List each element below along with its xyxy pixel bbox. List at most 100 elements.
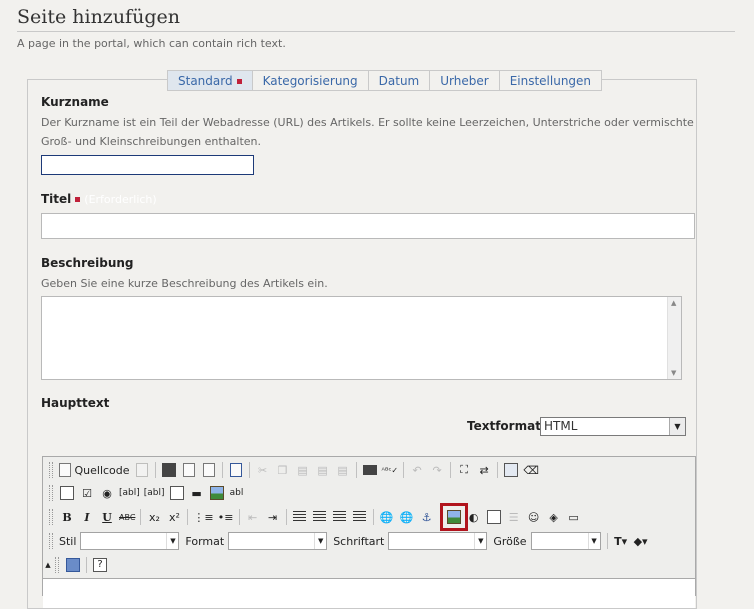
preview-button[interactable] [199,460,219,480]
paste-text-button[interactable]: ▤ [313,460,333,480]
justify-button[interactable] [350,507,370,527]
bg-color-button[interactable]: ◆▾ [631,531,651,551]
form-icon [60,486,74,500]
toolbar-row-2: ☑ ◉ [abl] [abl] ▬ abl [43,482,247,504]
toolbar-grip[interactable] [49,485,53,501]
editor-content-area[interactable] [43,578,695,608]
hidden-field-button[interactable]: abl [227,483,247,503]
scroll-down-icon[interactable]: ▼ [671,369,676,377]
new-page-button[interactable] [179,460,199,480]
subscript-button[interactable]: x₂ [144,507,164,527]
select-field-icon [169,486,184,500]
numbered-list-button[interactable]: ⋮≡ [191,507,215,527]
link-button[interactable]: 🌐 [377,507,397,527]
indent-button[interactable]: ⇥ [263,507,283,527]
toolbar-separator [154,462,156,478]
form-button-button[interactable]: ▬ [187,483,207,503]
collapse-toolbar-icon[interactable]: ▲ [43,555,53,575]
format-combo[interactable]: ▼ [228,532,328,550]
chevron-down-icon[interactable]: ▼ [669,418,685,435]
find-button[interactable]: ⛶ [454,460,474,480]
justify-icon [353,511,367,523]
redo-button[interactable]: ↷ [427,460,447,480]
kurzname-help-line2: Groß- und Kleinschreibungen enthalten. [41,135,261,148]
toolbar-grip[interactable] [55,557,59,573]
size-combo[interactable]: ▼ [530,532,601,550]
toolbar-separator [248,462,250,478]
scroll-up-icon[interactable]: ▲ [671,299,676,307]
bulleted-list-button[interactable]: •≡ [216,507,236,527]
underline-button[interactable]: U [97,507,117,527]
cut-button[interactable]: ✂ [253,460,273,480]
toolbar-grip[interactable] [49,509,53,525]
checkbox-button[interactable]: ☑ [77,483,97,503]
tab-einstellungen[interactable]: Einstellungen [500,71,601,90]
title-divider [17,31,735,32]
tab-kategorisierung[interactable]: Kategorisierung [253,71,369,90]
text-color-button[interactable]: T▾ [611,531,631,551]
kurzname-input[interactable] [41,155,254,175]
page-title: Seite hinzufügen [17,6,180,28]
page-break-button[interactable]: ▭ [564,507,584,527]
align-center-button[interactable] [310,507,330,527]
templates-button[interactable] [226,460,246,480]
help-button[interactable]: ? [90,555,110,575]
textfield-button[interactable]: [abl] [117,483,142,503]
titel-input[interactable] [41,213,695,239]
paste-button[interactable]: ▤ [293,460,313,480]
italic-button[interactable]: I [77,507,97,527]
bold-button[interactable]: B [57,507,77,527]
toolbar-separator [355,462,357,478]
radio-button[interactable]: ◉ [97,483,117,503]
save-template-button[interactable] [132,460,152,480]
source-label: Quellcode [74,463,130,477]
save-button[interactable] [159,460,179,480]
flash-button[interactable]: ◐ [464,507,484,527]
align-right-button[interactable] [330,507,350,527]
toolbar-separator [606,533,608,549]
haupttext-label: Haupttext [41,396,110,410]
replace-button[interactable]: ⇄ [474,460,494,480]
kurzname-help-line1: Der Kurzname ist ein Teil der Webadresse… [41,116,694,129]
maximize-button[interactable] [63,555,83,575]
remove-format-button[interactable]: ⌫ [521,460,541,480]
tab-urheber[interactable]: Urheber [430,71,500,90]
style-combo[interactable]: ▼ [80,532,180,550]
select-field-button[interactable] [167,483,187,503]
beschreibung-textarea[interactable]: ▲ ▼ [41,296,682,380]
paste-word-button[interactable]: ▤ [333,460,353,480]
horizontal-rule-button[interactable]: ☰ [504,507,524,527]
smiley-button[interactable]: ☺ [524,507,544,527]
textformat-select[interactable]: HTML ▼ [540,417,686,436]
form-button[interactable] [57,483,77,503]
image-button-button[interactable] [207,483,227,503]
tab-datum[interactable]: Datum [369,71,431,90]
outdent-button[interactable]: ⇤ [243,507,263,527]
strikethrough-button[interactable]: ABC [117,507,137,527]
unlink-button[interactable]: 🌐 [397,507,417,527]
insert-image-button[interactable] [439,503,468,531]
tab-standard[interactable]: Standard [168,71,253,90]
spellcheck-button[interactable]: ᴬᴮᶜ✓ [380,460,401,480]
align-left-button[interactable] [290,507,310,527]
textarea-button[interactable]: [abl] [142,483,167,503]
undo-button[interactable]: ↶ [407,460,427,480]
template-icon [135,463,148,477]
font-combo[interactable]: ▼ [388,532,488,550]
special-char-button[interactable]: ◈ [544,507,564,527]
font-label: Schriftart [333,534,385,548]
toolbar-separator [140,509,142,525]
chevron-down-icon: ▼ [474,533,486,549]
copy-button[interactable]: ❐ [273,460,293,480]
select-all-button[interactable] [501,460,521,480]
image-icon [446,510,461,524]
print-button[interactable] [360,460,380,480]
toolbar-grip[interactable] [49,462,53,478]
superscript-button[interactable]: x² [164,507,184,527]
textarea-scrollbar[interactable]: ▲ ▼ [667,297,681,379]
source-button[interactable]: Quellcode [57,460,132,480]
anchor-button[interactable]: ⚓ [417,507,437,527]
titel-label: Titel [41,192,72,206]
table-button[interactable] [484,507,504,527]
toolbar-grip[interactable] [49,533,53,549]
